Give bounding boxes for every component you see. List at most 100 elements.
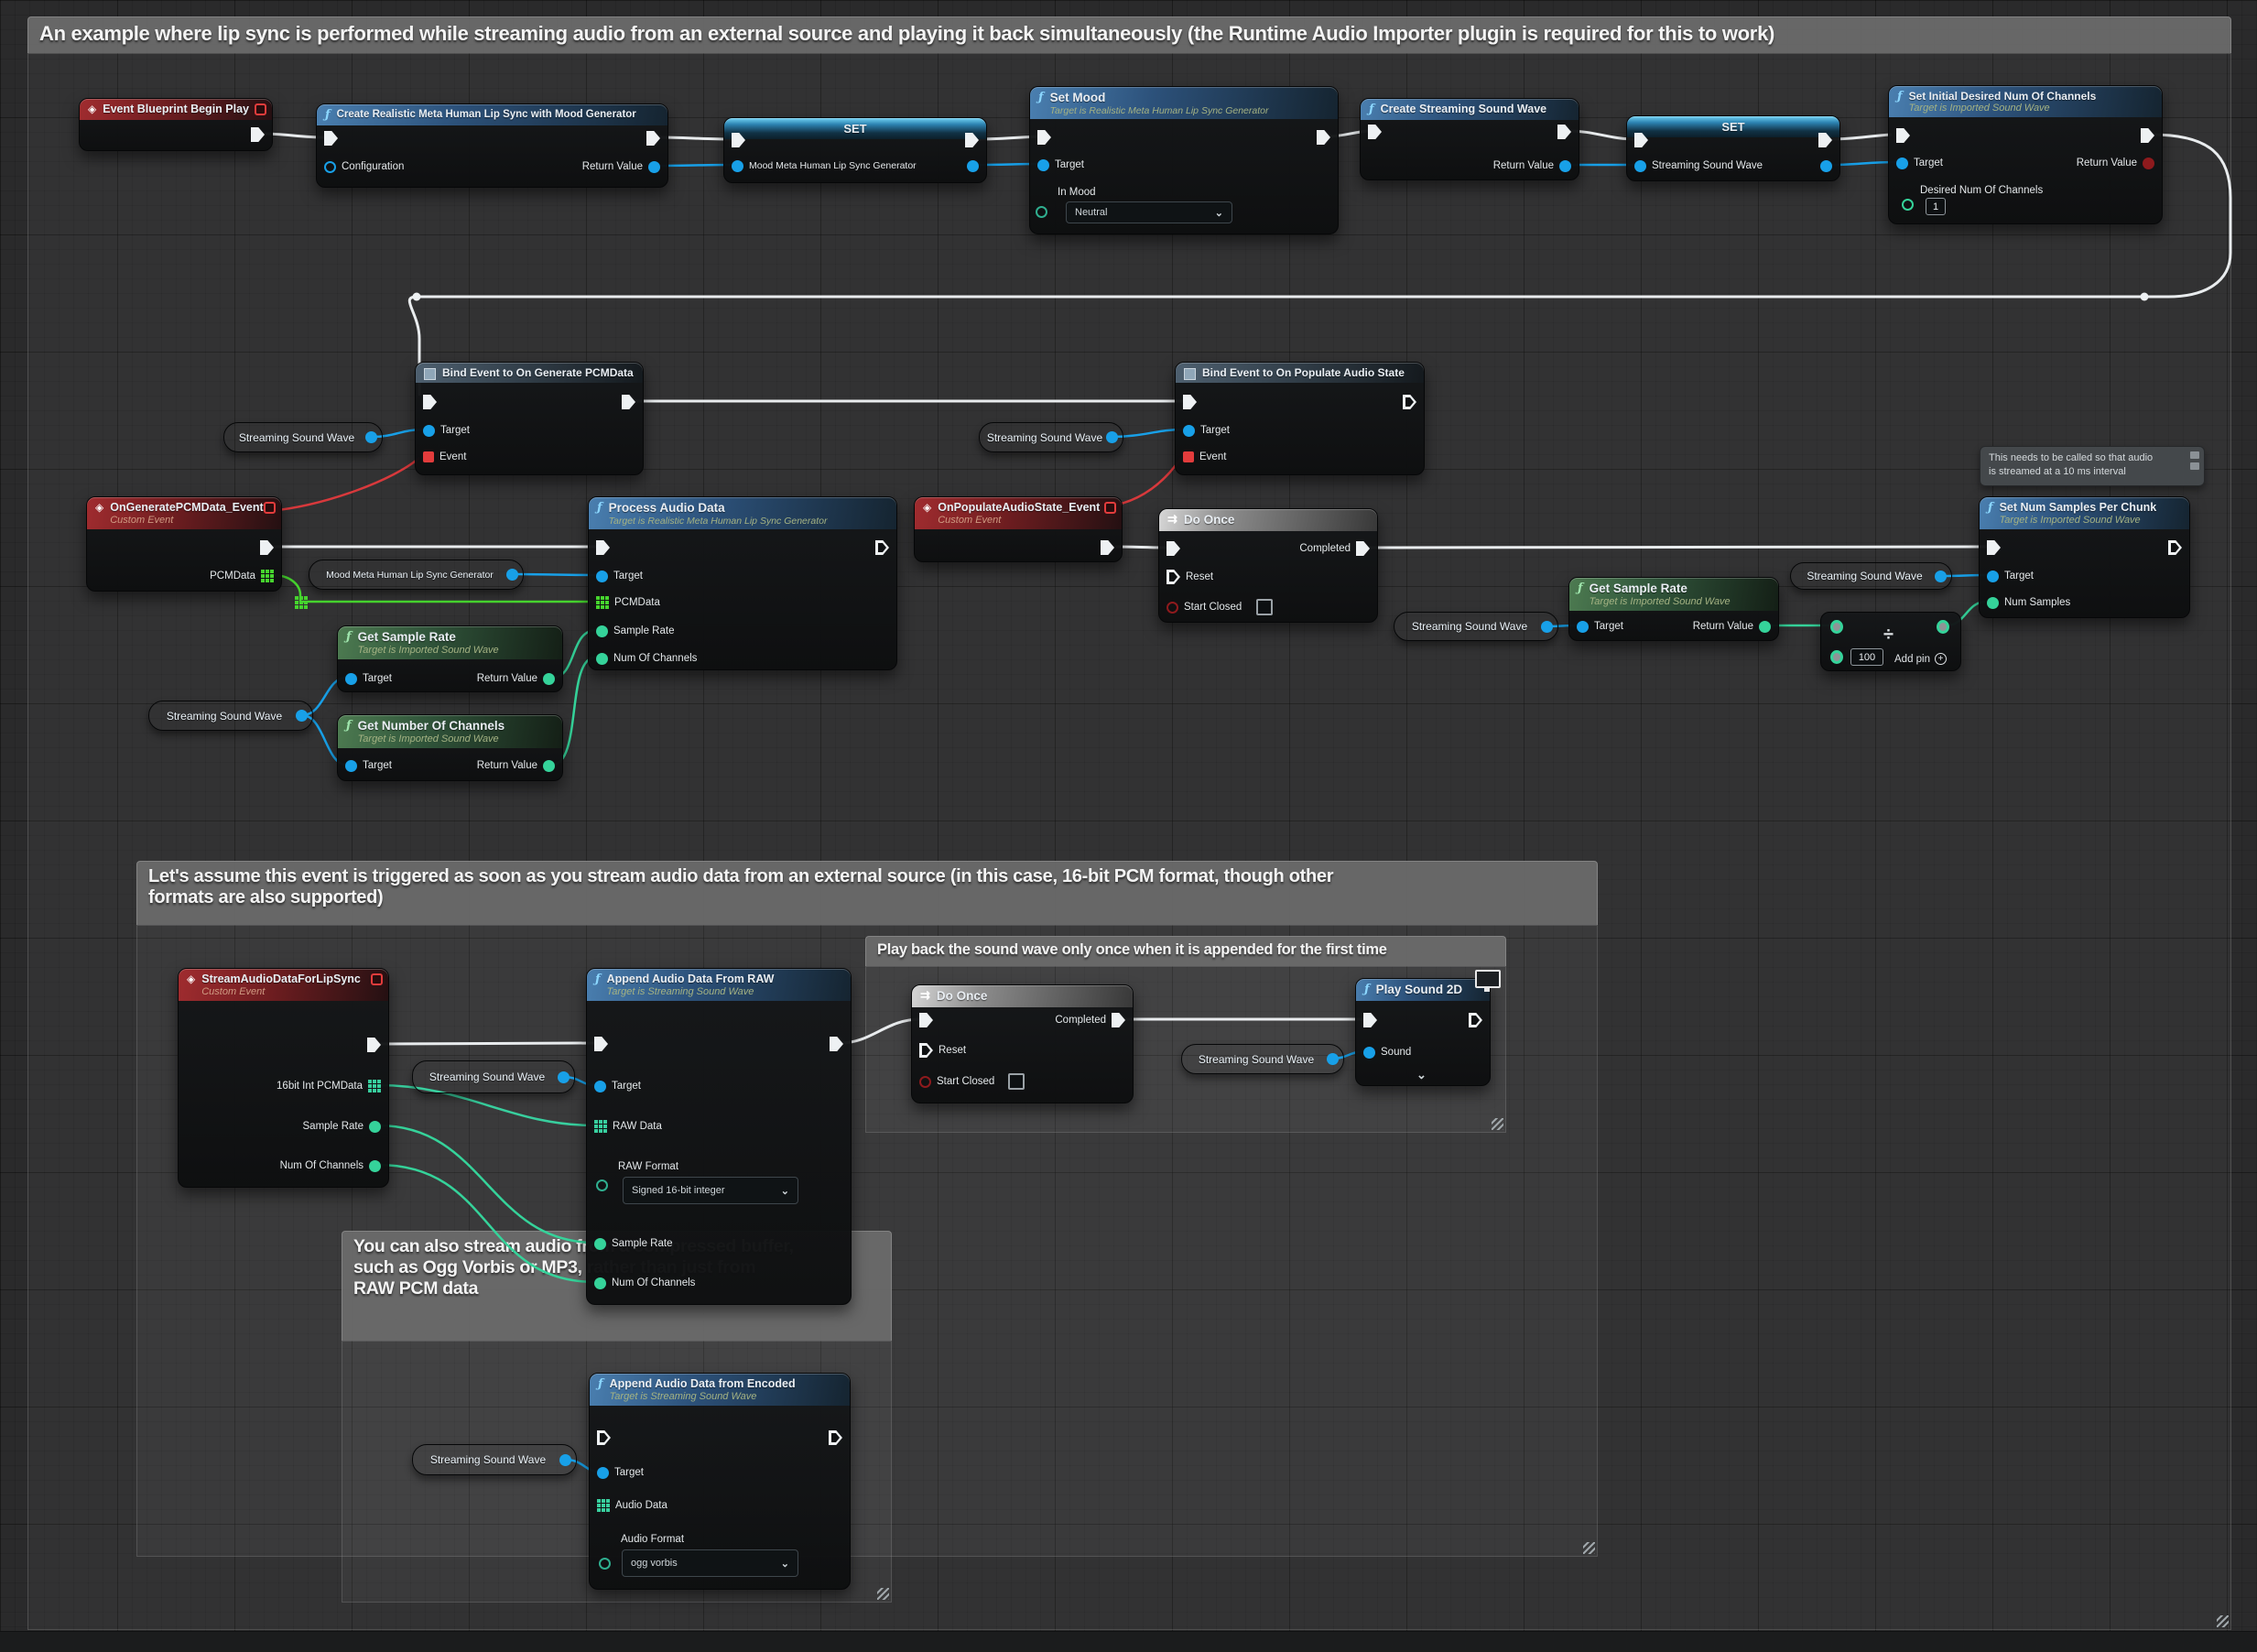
mood-meta-human-lip-sync-generator-pin[interactable] [732,160,743,172]
exec-in-pin[interactable] [1634,133,1648,147]
exec-in-pin[interactable] [1037,130,1051,145]
pill-streaming-sound-wave-3[interactable]: Streaming Sound Wave [148,701,313,731]
target-pin[interactable] [345,760,357,772]
on-populate-audio-state-event[interactable]: ◈OnPopulateAudioState_EventCustom Event [914,496,1123,562]
pill-streaming-sound-wave-4[interactable]: Streaming Sound Wave [1394,612,1558,641]
exec-out-pin[interactable] [965,133,979,147]
pcmdata-pin[interactable] [596,596,609,609]
object-pin[interactable] [558,1071,570,1083]
num-of-channels-pin[interactable] [369,1160,381,1172]
object-pin[interactable] [365,431,377,443]
divide-node[interactable]: 100÷Add pin+ [1820,612,1961,671]
target-pin[interactable] [596,571,608,582]
comment-resize-handle[interactable] [1492,1118,1503,1130]
exec-out-pin[interactable] [251,127,265,142]
target-pin[interactable] [1037,159,1049,171]
object-pin[interactable] [1541,621,1553,633]
exec-in-pin[interactable] [594,1037,608,1051]
return-value-pin[interactable] [543,760,555,772]
set-initial-desired-num-of-channels[interactable]: ƒSet Initial Desired Num Of ChannelsTarg… [1888,85,2163,224]
checkbox[interactable] [1008,1073,1025,1090]
return-value-pin[interactable] [1559,160,1571,172]
pill-streaming-sound-wave-2[interactable]: Streaming Sound Wave [979,422,1123,452]
do-once-2[interactable]: ⇉Do OnceCompletedResetStart Closed [911,984,1134,1103]
set-mood-generator-variable[interactable]: SETMood Meta Human Lip Sync Generator [723,117,987,183]
delegate-output-badge[interactable] [255,103,266,115]
exec-out-pin[interactable] [1557,125,1571,139]
wildcard-pin[interactable] [1830,650,1843,664]
exec-in-pin[interactable] [1368,125,1382,139]
delegate-output-badge[interactable] [371,973,383,985]
exec-out-pin[interactable] [830,1037,843,1051]
delegate-output-badge[interactable] [1104,502,1116,514]
exec-out-pin[interactable] [367,1038,381,1052]
pill-streaming-sound-wave-7[interactable]: Streaming Sound Wave [1181,1044,1344,1074]
target-pin[interactable] [423,425,435,437]
sound-pin[interactable] [1363,1047,1375,1059]
pill-streaming-sound-wave-8[interactable]: Streaming Sound Wave [412,1444,577,1475]
obj-pin[interactable] [1820,160,1832,172]
exec-out-pin[interactable] [1403,395,1416,409]
set-mood[interactable]: ƒSet MoodTarget is Realistic Meta Human … [1029,86,1339,234]
process-audio-data[interactable]: ƒProcess Audio DataTarget is Realistic M… [588,496,897,670]
dropdown[interactable]: Neutral⌄ [1066,201,1232,223]
configuration-pin[interactable] [324,161,336,173]
return-value-pin[interactable] [543,673,555,685]
exec-in-pin[interactable] [1363,1013,1377,1027]
int-pin[interactable] [1902,199,1914,211]
target-pin[interactable] [597,1467,609,1479]
pcmdata-pin[interactable] [261,570,274,582]
enum-pin[interactable] [596,1179,608,1191]
start-closed-pin[interactable] [919,1076,931,1088]
append-audio-data-from-encoded[interactable]: ƒAppend Audio Data from EncodedTarget is… [589,1373,851,1590]
dropdown[interactable]: ogg vorbis⌄ [622,1549,798,1577]
event-blueprint-begin-play[interactable]: ◈Event Blueprint Begin Play [79,98,273,151]
comment-bubble-icon[interactable] [2190,462,2199,470]
note-bubble[interactable]: This needs to be called so that audiois … [1980,446,2205,486]
num-samples-pin[interactable] [1987,597,1999,609]
play-sound-2d[interactable]: ƒPlay Sound 2DSound⌄ [1355,978,1491,1086]
exec-in-pin[interactable] [596,540,610,555]
value-input[interactable]: 1 [1926,198,1946,215]
exec-out-pin[interactable] [1818,133,1832,147]
sample-rate-pin[interactable] [369,1121,381,1133]
bind-event-to-on-generate-pcmdata[interactable]: Bind Event to On Generate PCMDataTargetE… [415,362,644,475]
comment-resize-handle[interactable] [877,1588,889,1600]
exec-out-pin[interactable] [646,131,660,146]
exec-out-pin[interactable] [1317,130,1330,145]
exec-in-pin[interactable] [919,1013,933,1027]
target-pin[interactable] [1896,158,1908,169]
event-pin[interactable] [1183,451,1194,462]
exec-in-pin[interactable] [732,133,745,147]
comment-play-once-titlebar[interactable]: Play back the sound wave only once when … [865,936,1506,966]
exec-in-pin[interactable] [423,395,437,409]
checkbox[interactable] [1256,599,1273,615]
reroute-array-pin[interactable] [295,596,308,609]
object-pin[interactable] [559,1454,571,1466]
get-sample-rate-left[interactable]: ƒGet Sample RateTarget is Imported Sound… [337,625,563,692]
num-of-channels-pin[interactable] [596,653,608,665]
enum_o-pin[interactable] [595,1179,608,1191]
start-closed-pin[interactable] [1166,602,1178,614]
expand-advanced-chevron[interactable]: ⌄ [1416,1069,1427,1081]
add-pin-button[interactable]: Add pin+ [1894,653,1947,665]
exec-out-pin[interactable] [260,540,274,555]
enum_o-pin[interactable] [598,1557,611,1570]
blueprint-graph-canvas[interactable]: An example where lip sync is performed w… [0,0,2257,1652]
dropdown[interactable]: Signed 16-bit integer⌄ [623,1177,798,1204]
object-pin[interactable] [296,710,308,722]
object-pin[interactable] [1935,571,1947,582]
target-pin[interactable] [1987,571,1999,582]
target-pin[interactable] [1183,425,1195,437]
obj-pin[interactable] [967,160,979,172]
exec-out-pin[interactable] [1101,540,1114,555]
exec-out-pin[interactable] [2141,128,2154,143]
exec-in-pin[interactable] [597,1430,611,1445]
ring-pin[interactable] [1937,620,1949,633]
object-pin[interactable] [1327,1053,1339,1065]
comment-stream-event-titlebar[interactable]: Let's assume this event is triggered as … [136,861,1598,925]
pill-streaming-sound-wave-6[interactable]: Streaming Sound Wave [412,1060,575,1093]
get-number-of-channels[interactable]: ƒGet Number Of ChannelsTarget is Importe… [337,714,563,781]
enum-pin[interactable] [1036,206,1047,218]
pin-icon[interactable] [2190,451,2199,459]
